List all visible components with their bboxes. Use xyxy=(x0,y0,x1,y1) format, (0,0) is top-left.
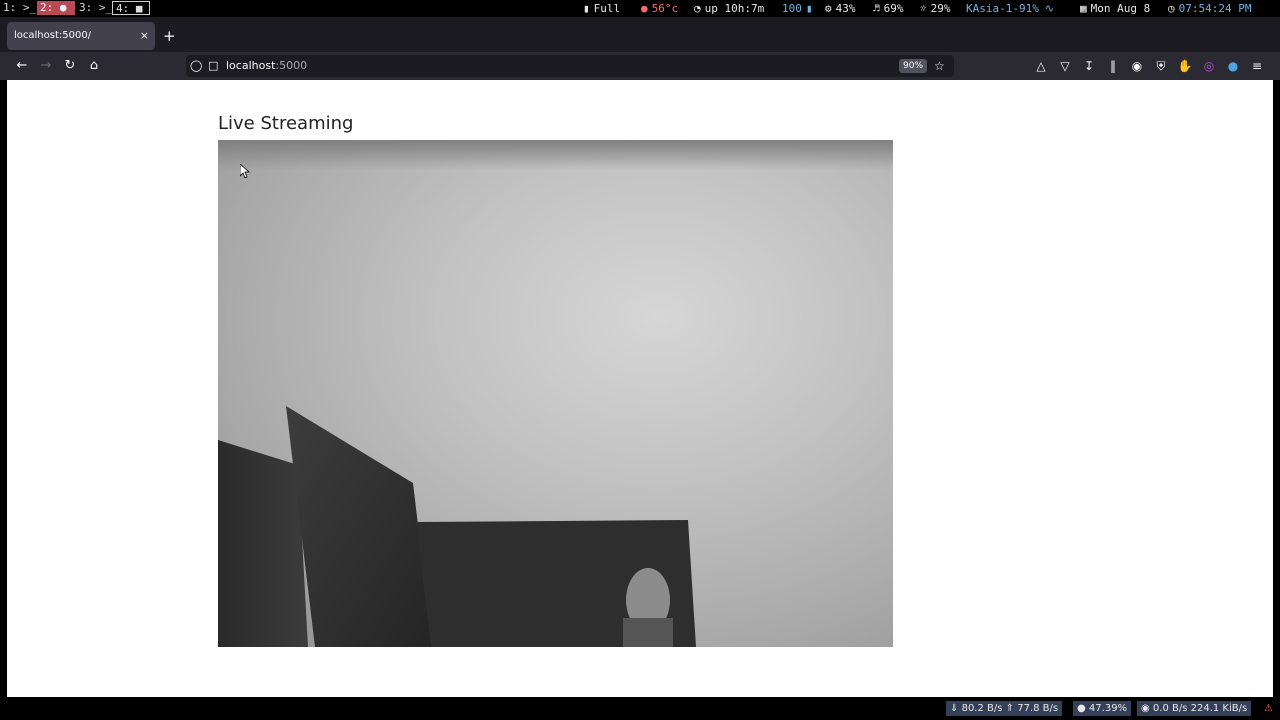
workspace-4-number: 4: xyxy=(116,2,130,15)
dark-panel xyxy=(286,406,433,647)
home-icon[interactable]: ⌂ xyxy=(85,52,103,80)
workspace-3-number: 3: xyxy=(79,1,93,14)
extension-globe-icon[interactable]: ● xyxy=(1224,52,1242,80)
time-status: ◷ 07:54:24 PM xyxy=(1168,2,1252,15)
firefox-icon: ● xyxy=(59,1,67,14)
extension-circle-icon[interactable]: ◎ xyxy=(1200,52,1218,80)
disk-io-segment: ◉ 0.0 B/s 224.1 KiB/s xyxy=(1137,701,1252,716)
calendar-icon: ▦ xyxy=(1080,2,1087,15)
navigation-toolbar: ← → ↻ ⌂ ◯ □ localhost:5000 90% ☆ △ ▽ ↧ ‖… xyxy=(0,52,1280,80)
new-tab-button[interactable]: + xyxy=(163,22,176,50)
workspace-3[interactable]: 3: >_ xyxy=(76,1,115,15)
date-status: ▦ Mon Aug 8 xyxy=(1080,2,1151,15)
page-viewport: Live Streaming xyxy=(7,80,1273,697)
thermometer-icon: ● xyxy=(641,2,648,15)
uptime-status: ◔ up 10h:7m xyxy=(694,2,765,15)
shield-icon[interactable]: ◯ xyxy=(190,55,202,77)
sun-icon: ☼ xyxy=(920,2,927,15)
workspace-1-number: 1: xyxy=(3,1,17,14)
download-icon[interactable]: ↧ xyxy=(1080,52,1098,80)
clock-icon: ◷ xyxy=(1168,2,1175,15)
disk-icon: ◉ xyxy=(1141,703,1150,714)
live-video-stream xyxy=(218,140,893,647)
workspace-2-number: 2: xyxy=(40,1,54,14)
cpu-status: ⚙ 43% xyxy=(825,2,856,15)
camera-icon: ■ xyxy=(135,2,143,15)
workspace-1[interactable]: 1: >_ xyxy=(0,1,39,15)
download-arrow-icon: ⇓ xyxy=(950,703,959,714)
tab-strip: localhost:5000/ × + xyxy=(0,17,1280,52)
load-status: ☼ 29% xyxy=(920,2,951,15)
upload-arrow-icon: ⇑ xyxy=(1005,703,1015,714)
forward-arrow-icon[interactable]: → xyxy=(37,52,55,80)
bookmark-star-icon[interactable]: ☆ xyxy=(934,55,945,77)
battery-small-icon: ▮ xyxy=(805,2,813,15)
temperature-status: ● 56°c xyxy=(641,2,679,15)
extension-shield-icon[interactable]: ⛨ xyxy=(1152,52,1170,80)
drop-icon: ● xyxy=(1077,703,1086,714)
bottom-status-bar: ⇓ 80.2 B/s ⇑ 77.8 B/s ● 47.39% ◉ 0.0 B/s… xyxy=(0,697,1280,720)
network-rate-segment: ⇓ 80.2 B/s ⇑ 77.8 B/s xyxy=(946,701,1063,716)
alert-icon[interactable]: ⚠ xyxy=(1260,701,1277,716)
workspace-2[interactable]: 2: ● xyxy=(37,1,75,15)
extension-mask-icon[interactable]: ◉ xyxy=(1128,52,1146,80)
workspace-4[interactable]: 4: ■ xyxy=(112,1,150,15)
pocket-icon[interactable]: ▽ xyxy=(1056,52,1074,80)
close-icon[interactable]: × xyxy=(140,22,149,50)
network-status: KAsia-1-91% ∿ xyxy=(966,2,1055,15)
terminal-icon: >_ xyxy=(22,1,37,14)
hamburger-menu-icon[interactable]: ≡ xyxy=(1248,52,1266,80)
tab-localhost[interactable]: localhost:5000/ × xyxy=(7,22,155,50)
terminal-icon: >_ xyxy=(98,1,113,14)
clock-gauge-icon: ◔ xyxy=(694,2,701,15)
top-status-bar: 1: >_ 2: ● 3: >_ 4: ■ ▮ Full ● 56°c ◔ up 10… xyxy=(0,0,1280,17)
sync-icon[interactable]: △ xyxy=(1032,52,1050,80)
disk-usage-segment: ● 47.39% xyxy=(1073,701,1132,716)
wifi-icon: ∿ xyxy=(1044,2,1055,15)
video-frame-scene xyxy=(218,406,696,647)
tab-title: localhost:5000/ xyxy=(14,30,92,41)
reload-icon[interactable]: ↻ xyxy=(61,52,79,80)
url-bar[interactable]: ◯ □ localhost:5000 90% ☆ xyxy=(186,55,954,77)
brightness-status: 100 ▮ xyxy=(782,2,813,15)
bottle-base xyxy=(623,618,673,647)
page-title: Live Streaming xyxy=(218,113,354,134)
speaker-icon: ♬ xyxy=(873,2,880,15)
zoom-level-badge[interactable]: 90% xyxy=(899,59,928,73)
mouse-cursor-icon xyxy=(240,164,250,178)
battery-status: ▮ Full xyxy=(583,2,621,15)
url-text[interactable]: localhost:5000 xyxy=(226,55,307,77)
page-icon: □ xyxy=(208,59,219,72)
extension-hand-icon[interactable]: ✋ xyxy=(1176,52,1194,80)
cogs-icon: ⚙ xyxy=(825,2,832,15)
volume-status: ♬ 69% xyxy=(873,2,904,15)
battery-icon: ▮ xyxy=(583,2,590,15)
library-icon[interactable]: ‖ xyxy=(1104,52,1122,80)
back-arrow-icon[interactable]: ← xyxy=(13,52,31,80)
